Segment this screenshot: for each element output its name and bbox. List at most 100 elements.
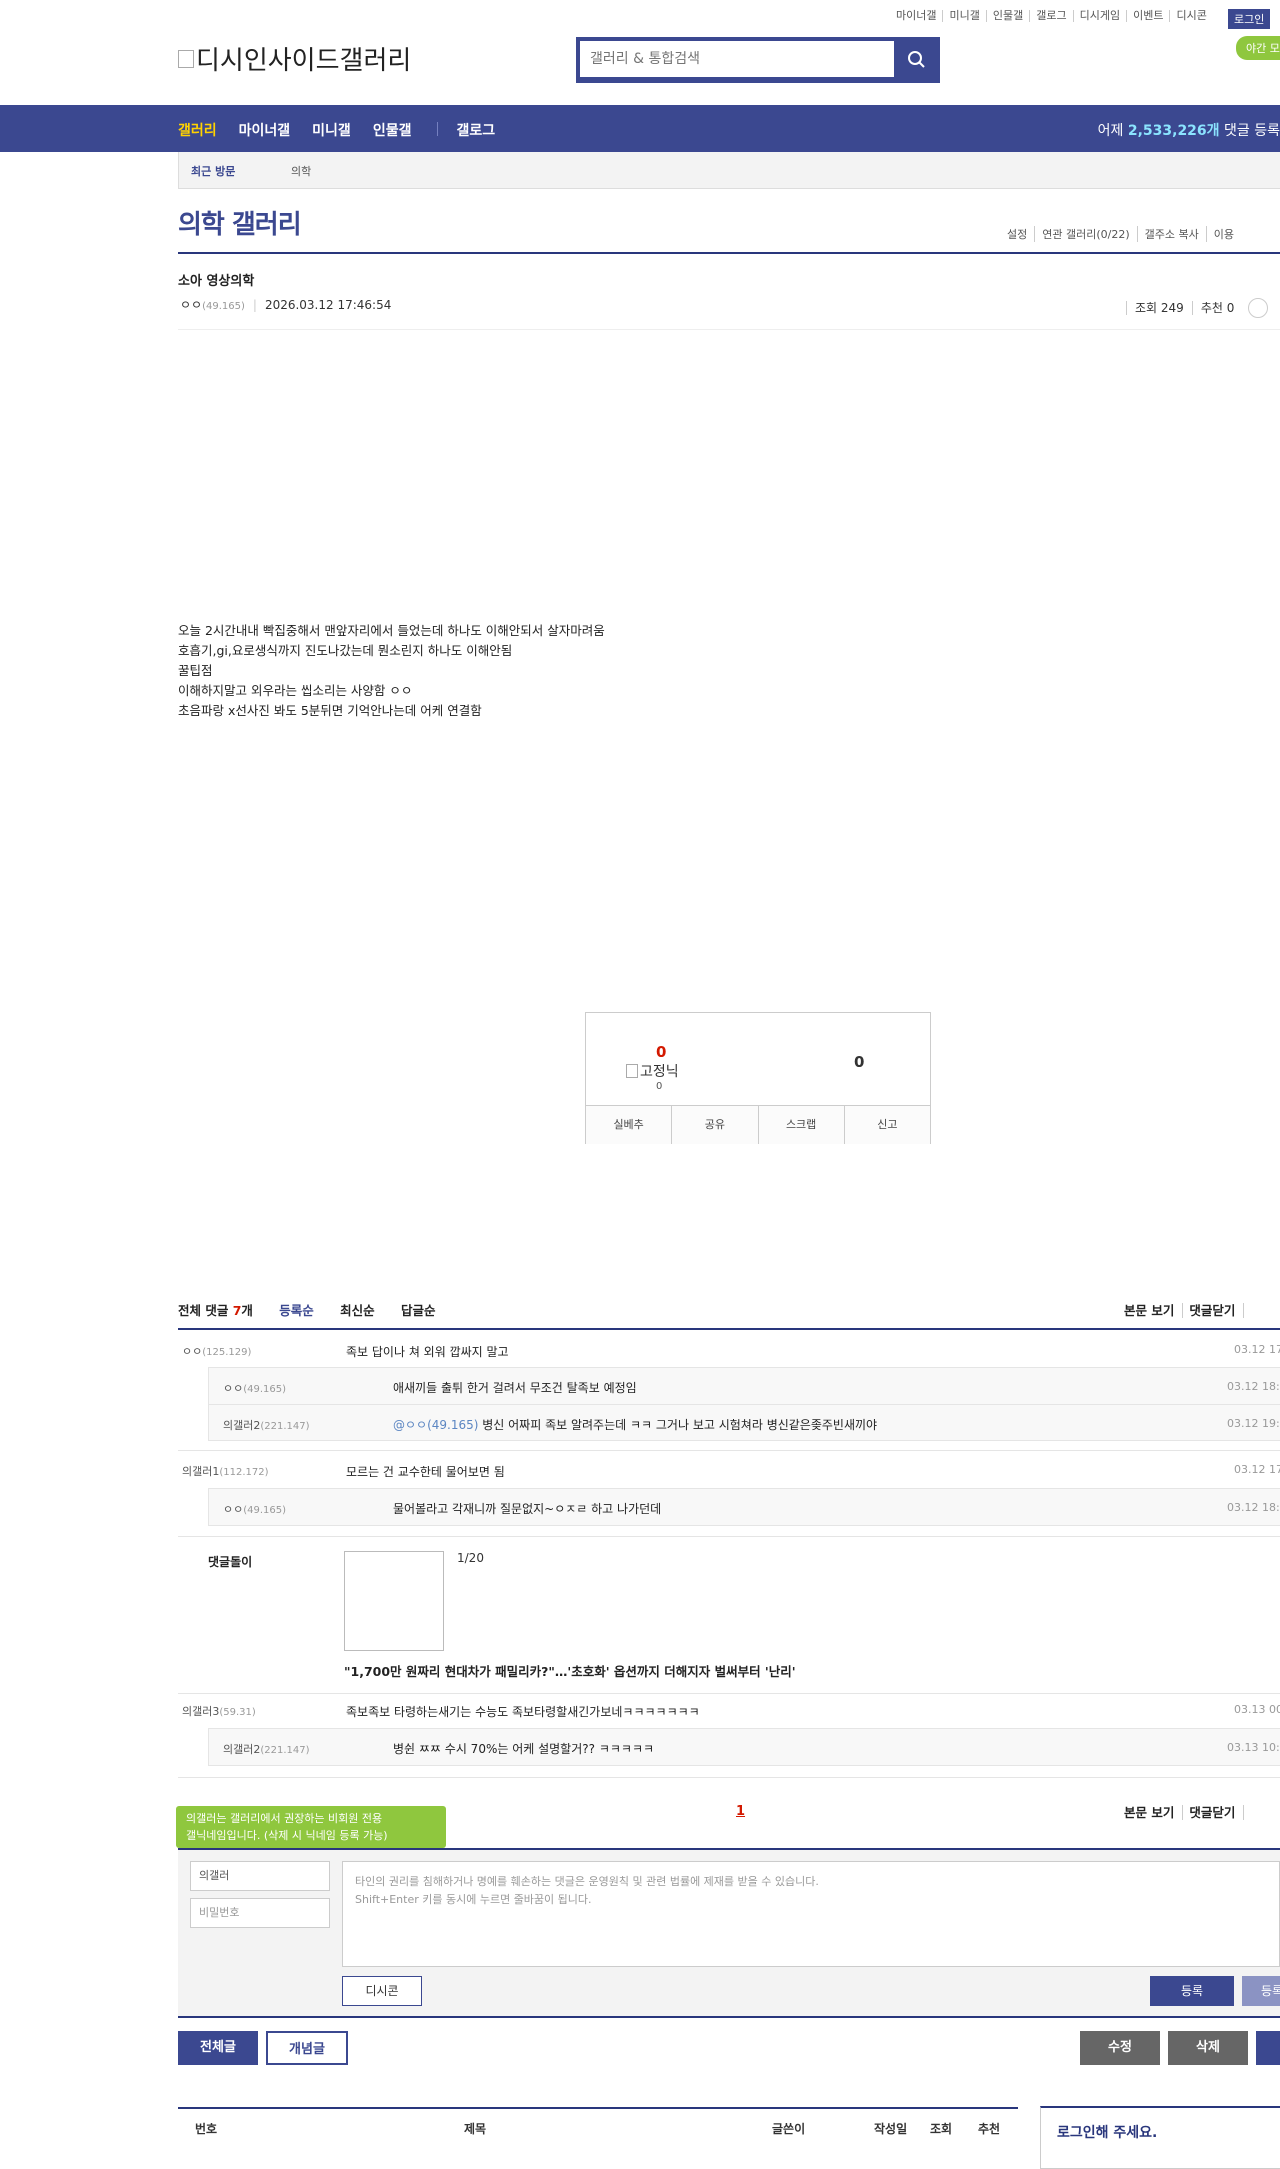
nav-minor-gallery[interactable]: 마이너갤 <box>239 120 291 140</box>
reply-ip: (221.147) <box>260 1421 310 1432</box>
util-link-event[interactable]: 이벤트 <box>1126 10 1169 22</box>
comment-ip: (125.129) <box>202 1347 252 1358</box>
nav-gallery[interactable]: 갤러리 <box>178 120 217 140</box>
util-link-dccon[interactable]: 디시콘 <box>1169 10 1212 22</box>
view-body-button[interactable]: 본문 보기 <box>1124 1303 1184 1318</box>
search-input[interactable] <box>580 41 894 77</box>
col-number: 번호 <box>195 2122 218 2136</box>
night-mode-button[interactable]: 야간 모 <box>1236 36 1280 60</box>
gallery-title[interactable]: 의학 갤러리 <box>178 204 302 241</box>
write-button[interactable]: 글 <box>1256 2031 1280 2065</box>
util-link-gallog[interactable]: 갤로그 <box>1029 10 1072 22</box>
delete-button[interactable]: 삭제 <box>1168 2031 1248 2065</box>
comment-nick-name: 의갤러3 <box>182 1705 220 1718</box>
reply-date: 03.12 19:3 <box>1227 1417 1280 1430</box>
dccon-button[interactable]: 디시콘 <box>342 1976 422 2006</box>
register-secondary-button[interactable]: 등록 <box>1242 1976 1280 2006</box>
title-divider <box>178 252 1280 254</box>
reply-nick[interactable]: ㅇㅇ(49.165) <box>223 1501 286 1517</box>
comment-ip: (112.172) <box>219 1467 269 1478</box>
post-datetime: 2026.03.12 17:46:54 <box>264 298 392 312</box>
gallery-usage[interactable]: 이용 <box>1205 226 1241 242</box>
comment-divider <box>178 1450 1280 1451</box>
reply-item: ㅇㅇ(49.165) 애새끼들 출튀 한거 걸려서 무조건 탈족보 예정임 03… <box>209 1368 1280 1404</box>
comment-page-1[interactable]: 1 <box>736 1804 745 1819</box>
comment-divider <box>178 1777 1280 1778</box>
nav-gallog[interactable]: 갤로그 <box>456 120 495 140</box>
comment-text: 족보 답이나 쳐 외워 깝싸지 말고 <box>346 1345 509 1359</box>
comment-text: 족보족보 타령하는새기는 수능도 족보타령할새긴가보네ㅋㅋㅋㅋㅋㅋㅋ <box>346 1705 700 1719</box>
ad-image[interactable] <box>344 1551 444 1651</box>
nickname-field[interactable]: 의갤러 <box>190 1861 330 1891</box>
reply-date: 03.12 18:1 <box>1227 1380 1280 1393</box>
ad-title[interactable]: "1,700만 원짜리 현대차가 패밀리카?"…'초호화' 옵션까지 더해지자 … <box>344 1661 796 1680</box>
scrap-button[interactable]: 스크랩 <box>757 1106 844 1144</box>
recommend-up-count: 0 <box>656 1043 667 1061</box>
recommend-box: 0 고정닉 0 0 실베추 공유 스크랩 신고 <box>585 1012 931 1144</box>
login-button[interactable]: 로그인 <box>1228 9 1271 29</box>
gallery-settings[interactable]: 설정 <box>1000 226 1034 242</box>
login-prompt[interactable]: 로그인해 주세요. <box>1057 2122 1157 2142</box>
comment-nick[interactable]: 의갤러1(112.172) <box>182 1463 269 1479</box>
util-link-person[interactable]: 인물갤 <box>985 10 1029 22</box>
comment-bot-label: 댓글돌이 <box>208 1555 253 1569</box>
comment-nick[interactable]: ㅇㅇ(125.129) <box>182 1343 251 1359</box>
fixed-nick-recommend[interactable]: 고정닉 <box>626 1061 679 1081</box>
reply-nick[interactable]: 의갤러2(221.147) <box>223 1417 310 1433</box>
util-link-mini[interactable]: 미니갤 <box>942 10 985 22</box>
yesterday-comment-count: 어제 2,533,226개 댓글 등록 <box>1098 120 1280 140</box>
search-bar <box>576 37 940 83</box>
best-recommend-button[interactable]: 실베추 <box>586 1106 671 1144</box>
comment-write-box: 의갤러 비밀번호 타인의 권리를 침해하거나 명예를 훼손하는 댓글은 운영원칙… <box>178 1850 1280 2016</box>
util-link-dcgame[interactable]: 디시게임 <box>1072 10 1126 22</box>
sort-latest[interactable]: 최신순 <box>340 1303 375 1318</box>
reply-nick[interactable]: 의갤러2(221.147) <box>223 1741 310 1757</box>
ad-page-indicator: 1/20 <box>457 1551 484 1565</box>
write-bottom-line <box>178 2016 1280 2018</box>
fixed-nick-label: 고정닉 <box>640 1064 679 1080</box>
reply-text: @ㅇㅇ(49.165) 병신 어짜피 족보 알려주는데 ㅋㅋ 그거나 보고 시험… <box>393 1416 877 1433</box>
recent-gallery-link[interactable]: 의학 <box>291 163 311 179</box>
sort-replies[interactable]: 답글순 <box>401 1303 436 1318</box>
related-galleries[interactable]: 연관 갤러리(0/22) <box>1034 226 1136 242</box>
reply-item: ㅇㅇ(49.165) 물어볼라고 각재니까 질문없지~ㅇㅈㄹ 하고 나가던데 0… <box>209 1489 1280 1525</box>
post-author[interactable]: ㅇㅇ <box>180 298 202 312</box>
sort-registered[interactable]: 등록순 <box>279 1303 314 1318</box>
comment-total-label: 전체 댓글 <box>178 1303 229 1318</box>
reply-mention[interactable]: @ㅇㅇ(49.165) <box>393 1418 478 1432</box>
col-title: 제목 <box>464 2122 487 2136</box>
password-field[interactable]: 비밀번호 <box>190 1898 330 1928</box>
fixed-nick-count: 0 <box>656 1081 663 1092</box>
comment-textarea[interactable]: 타인의 권리를 침해하거나 명예를 훼손하는 댓글은 운영원칙 및 관련 법률에… <box>342 1861 1280 1967</box>
col-recommend: 추천 <box>978 2122 1001 2136</box>
post-body-line: 오늘 2시간내내 빡집중해서 맨앞자리에서 들었는데 하나도 이해안되서 살자마… <box>178 623 605 638</box>
register-button[interactable]: 등록 <box>1150 1976 1234 2006</box>
col-writer: 글쓴이 <box>772 2122 806 2136</box>
site-logo[interactable]: 디시인사이드갤러리 <box>178 40 411 77</box>
nav-mini-gallery[interactable]: 미니갤 <box>312 120 351 140</box>
gallery-options: 설정 연관 갤러리(0/22) 갤주소 복사 이용 <box>1000 226 1241 242</box>
report-button[interactable]: 신고 <box>843 1106 930 1144</box>
recommended-posts-button[interactable]: 개념글 <box>266 2031 348 2065</box>
close-comments-button[interactable]: 댓글닫기 <box>1189 1303 1245 1318</box>
all-posts-button[interactable]: 전체글 <box>178 2031 258 2065</box>
comment-nick-name: ㅇㅇ <box>182 1345 203 1358</box>
util-link-minor[interactable]: 마이너갤 <box>890 10 942 22</box>
post-body: 오늘 2시간내내 빡집중해서 맨앞자리에서 들었는데 하나도 이해안되서 살자마… <box>178 621 605 721</box>
edit-button[interactable]: 수정 <box>1080 2031 1160 2065</box>
col-date: 작성일 <box>874 2122 908 2136</box>
login-box: 로그인해 주세요. <box>1040 2106 1280 2169</box>
reply-item: 의갤러2(221.147) 병쉰 ㅉㅉ 수시 70%는 어케 설명할거?? ㅋㅋ… <box>209 1729 1280 1765</box>
nav-person-gallery[interactable]: 인물갤 <box>373 120 412 140</box>
post-author-ip: (49.165) <box>202 301 245 312</box>
search-button[interactable] <box>898 41 936 79</box>
comment-nick[interactable]: 의갤러3(59.31) <box>182 1703 256 1719</box>
close-comments-button[interactable]: 댓글닫기 <box>1189 1805 1245 1820</box>
copy-gallery-url[interactable]: 갤주소 복사 <box>1136 226 1206 242</box>
reply-nick[interactable]: ㅇㅇ(49.165) <box>223 1380 286 1396</box>
comment-jump-icon[interactable] <box>1248 298 1269 318</box>
nickname-tooltip: 의갤러는 갤러리에서 권장하는 비회원 전용 갤닉네임입니다. (삭제 시 닉네… <box>176 1806 446 1855</box>
share-button[interactable]: 공유 <box>671 1106 757 1144</box>
tooltip-line: 갤닉네임입니다. (삭제 시 닉네임 등록 가능) <box>186 1829 388 1842</box>
view-body-button[interactable]: 본문 보기 <box>1124 1805 1184 1820</box>
